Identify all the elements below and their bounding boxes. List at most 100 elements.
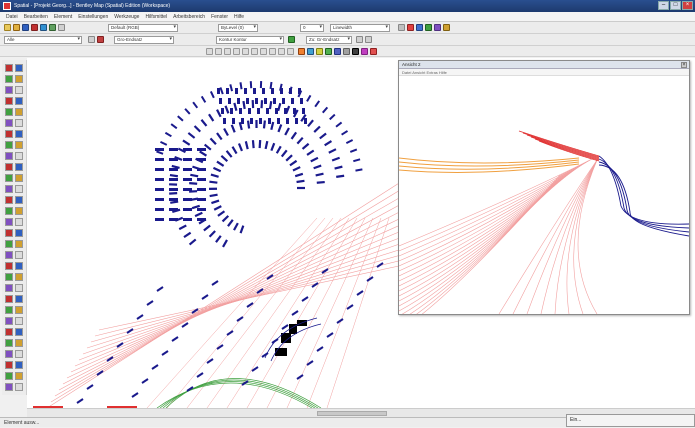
pan-view-icon[interactable] xyxy=(251,48,258,55)
taskbar-popup[interactable]: Ein... xyxy=(566,414,695,427)
zoom-in-icon[interactable] xyxy=(206,48,213,55)
tool-button[interactable] xyxy=(15,383,23,391)
measure-icon[interactable] xyxy=(365,36,372,43)
tool-button[interactable] xyxy=(5,75,13,83)
tool-button[interactable] xyxy=(5,350,13,358)
tool-button[interactable] xyxy=(15,218,23,226)
copy-view-icon[interactable] xyxy=(278,48,285,55)
redo-icon[interactable] xyxy=(40,24,47,31)
view-next-icon[interactable] xyxy=(269,48,276,55)
scrollbar-thumb[interactable] xyxy=(317,411,387,416)
model-combo[interactable]: Gro-Endsatz xyxy=(114,36,174,44)
tool-button[interactable] xyxy=(15,75,23,83)
tool-button[interactable] xyxy=(5,361,13,369)
rasters-icon[interactable] xyxy=(434,24,441,31)
tool-button[interactable] xyxy=(15,262,23,270)
attr-combo[interactable]: Alle xyxy=(4,36,82,44)
tool-button[interactable] xyxy=(15,64,23,72)
menu-item-settings[interactable]: Einstellungen xyxy=(78,14,108,20)
fence-icon[interactable] xyxy=(356,36,363,43)
tool-button[interactable] xyxy=(5,141,13,149)
tool-button[interactable] xyxy=(5,119,13,127)
tool-button[interactable] xyxy=(15,229,23,237)
tool-button[interactable] xyxy=(5,163,13,171)
menu-item-utilities[interactable]: Hilfsmittel xyxy=(145,14,167,20)
render-icon[interactable] xyxy=(325,48,332,55)
highlight-icon[interactable] xyxy=(361,48,368,55)
tool-button[interactable] xyxy=(5,251,13,259)
menu-item-window[interactable]: Fenster xyxy=(211,14,228,20)
element-select-icon[interactable] xyxy=(97,36,104,43)
tool-button[interactable] xyxy=(15,152,23,160)
tool-button[interactable] xyxy=(15,339,23,347)
tool-button[interactable] xyxy=(15,86,23,94)
tool-button[interactable] xyxy=(15,372,23,380)
tool-button[interactable] xyxy=(15,361,23,369)
style-combo[interactable]: ByLevel (0) xyxy=(218,24,258,32)
tool-button[interactable] xyxy=(15,295,23,303)
tool-button[interactable] xyxy=(5,108,13,116)
tool-button[interactable] xyxy=(15,207,23,215)
view-attributes-icon[interactable] xyxy=(287,48,294,55)
tool-button[interactable] xyxy=(5,86,13,94)
tool-button[interactable] xyxy=(5,185,13,193)
tool-button[interactable] xyxy=(15,306,23,314)
view-previous-icon[interactable] xyxy=(260,48,267,55)
clip-volume-icon[interactable] xyxy=(307,48,314,55)
tool-button[interactable] xyxy=(5,339,13,347)
fit-view-icon[interactable] xyxy=(233,48,240,55)
tool-button[interactable] xyxy=(15,350,23,358)
tool-button[interactable] xyxy=(5,273,13,281)
delete-icon[interactable] xyxy=(370,48,377,55)
tool-button[interactable] xyxy=(15,97,23,105)
references-icon[interactable] xyxy=(425,24,432,31)
maximize-icon[interactable]: □ xyxy=(670,1,681,10)
locks-icon[interactable] xyxy=(407,24,414,31)
tool-button[interactable] xyxy=(5,130,13,138)
tool-button[interactable] xyxy=(5,207,13,215)
tool-button[interactable] xyxy=(15,130,23,138)
close-icon[interactable]: × xyxy=(681,62,687,68)
tool-button[interactable] xyxy=(15,119,23,127)
tool-button[interactable] xyxy=(5,218,13,226)
menu-item-file[interactable]: Datei xyxy=(6,14,18,20)
view-combo[interactable]: Linewidth xyxy=(330,24,390,32)
tool-button[interactable] xyxy=(15,163,23,171)
accudraw-icon[interactable] xyxy=(416,24,423,31)
tool-button[interactable] xyxy=(5,284,13,292)
tool-button[interactable] xyxy=(5,372,13,380)
print-icon[interactable] xyxy=(49,24,56,31)
open-folder-icon[interactable] xyxy=(13,24,20,31)
tool-button[interactable] xyxy=(15,273,23,281)
tool-button[interactable] xyxy=(5,174,13,182)
tool-button[interactable] xyxy=(15,108,23,116)
tool-button[interactable] xyxy=(5,97,13,105)
view-toggle-icon[interactable] xyxy=(352,48,359,55)
tool-button[interactable] xyxy=(15,196,23,204)
color-combo[interactable]: Kontur Kontur xyxy=(216,36,284,44)
tool-button[interactable] xyxy=(5,152,13,160)
menu-item-workspace[interactable]: Arbeitsbereich xyxy=(173,14,205,20)
tool-button[interactable] xyxy=(15,328,23,336)
tool-button[interactable] xyxy=(5,196,13,204)
undo-icon[interactable] xyxy=(31,24,38,31)
window-area-icon[interactable] xyxy=(224,48,231,55)
level-display-icon[interactable] xyxy=(343,48,350,55)
tool-button[interactable] xyxy=(15,174,23,182)
menu-item-edit[interactable]: Bearbeiten xyxy=(24,14,48,20)
tool-button[interactable] xyxy=(5,383,13,391)
tool-button[interactable] xyxy=(5,229,13,237)
tool-button[interactable] xyxy=(5,306,13,314)
tool-button[interactable] xyxy=(15,240,23,248)
close-icon[interactable]: × xyxy=(682,1,693,10)
help-icon[interactable] xyxy=(58,24,65,31)
display-style-icon[interactable] xyxy=(298,48,305,55)
weight-combo[interactable]: 0 xyxy=(300,24,324,32)
tool-button[interactable] xyxy=(15,317,23,325)
view-3d-icon[interactable] xyxy=(334,48,341,55)
tool-button[interactable] xyxy=(15,185,23,193)
tool-button[interactable] xyxy=(15,284,23,292)
tool-button[interactable] xyxy=(5,317,13,325)
zoom-out-icon[interactable] xyxy=(215,48,222,55)
tool-button[interactable] xyxy=(5,64,13,72)
